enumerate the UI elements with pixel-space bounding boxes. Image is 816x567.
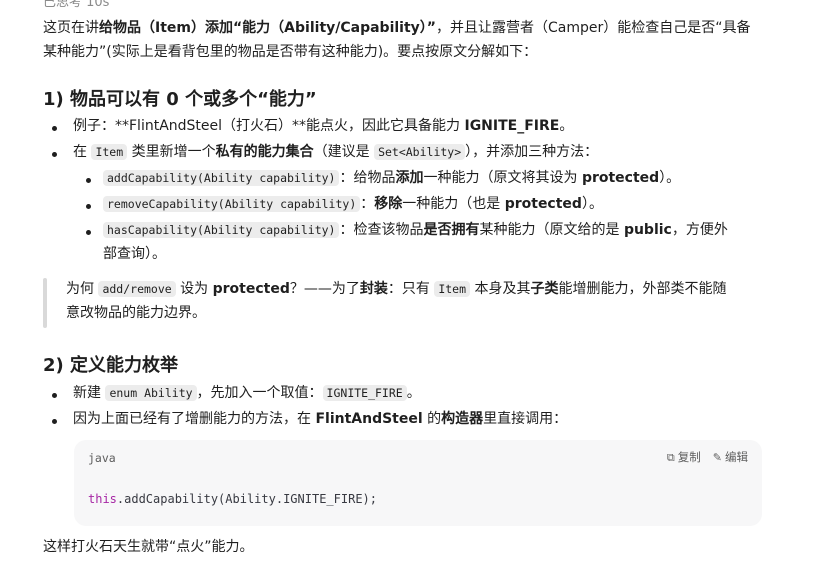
intro-text: 这页在讲 <box>43 20 99 36</box>
list-item: 因为上面已经有了增删能力的方法，在 FlintAndSteel 的构造器里直接调… <box>73 407 567 431</box>
list-bold: FlintAndSteel <box>315 411 423 427</box>
list-bold: protected <box>581 170 660 186</box>
edit-code-button[interactable]: ✎ 编辑 <box>713 449 748 465</box>
list-bold: 构造器 <box>441 411 484 427</box>
intro-bold: 给物品（Item）添加“能力（Ability/Capability）” <box>99 20 436 36</box>
inline-code: Item <box>91 144 128 160</box>
list-text: 。 <box>559 118 574 134</box>
section2-heading: 2) 定义能力枚举 <box>43 355 179 376</box>
inline-code: Item <box>434 281 471 297</box>
list-text: ：给物品 <box>339 170 396 186</box>
code-block: java ⧉ 复制 ✎ 编辑 this.addCapability(Abilit… <box>74 440 762 526</box>
bullet <box>86 204 91 209</box>
code-keyword: this <box>88 492 117 506</box>
quote-bold: 子类 <box>530 281 559 297</box>
list-item: 新建 enum Ability ，先加入一个取值： IGNITE_FIRE。 <box>73 381 421 405</box>
code-rest: .addCapability(Ability.IGNITE_FIRE); <box>116 492 377 506</box>
list-item: 在 Item 类里新增一个私有的能力集合（建议是 Set<Ability> ），并… <box>73 140 598 164</box>
copy-icon: ⧉ <box>666 450 675 464</box>
code-line: this.addCapability(Ability.IGNITE_FIRE); <box>88 492 377 506</box>
list-bold: 私有的能力集合 <box>215 144 314 160</box>
list-item: 例子：**FlintAndSteel（打火石）**能点火，因此它具备能力 IGN… <box>73 114 573 138</box>
quote-text: 设为 <box>175 281 213 297</box>
sub-list-item: addCapability(Ability capability) ：给物品添加一… <box>103 166 680 190</box>
bullet <box>52 419 57 424</box>
copy-code-button[interactable]: ⧉ 复制 <box>667 449 701 465</box>
inline-code: removeCapability(Ability capability) <box>103 196 361 212</box>
list-text: 里直接调用： <box>483 411 568 427</box>
blockquote-bar <box>43 278 47 328</box>
inline-code: IGNITE_FIRE <box>322 385 407 401</box>
quote-text: 本身及其 <box>470 281 531 297</box>
list-text: 一种能力（也是 <box>402 196 505 212</box>
list-text: 新建 <box>73 385 106 401</box>
inline-code: addCapability(Ability capability) <box>103 170 340 186</box>
list-text: 一种能力（原文将其设为 <box>423 170 582 186</box>
sub-list-item: removeCapability(Ability capability) ：移除一… <box>103 192 603 216</box>
list-text: ），并添加三种方法： <box>465 144 599 160</box>
intro-text: 某种能力”(实际上是看背包里的物品是否带有这种能力)。要点按原文分解如下： <box>43 44 538 60</box>
pencil-icon: ✎ <box>712 450 722 464</box>
edit-label: 编辑 <box>725 450 748 464</box>
list-text: ）。 <box>581 196 603 212</box>
code-actions: ⧉ 复制 ✎ 编辑 <box>667 449 748 465</box>
list-bold: 是否拥有 <box>423 222 480 238</box>
list-bold: IGNITE_FIRE <box>464 118 560 134</box>
list-bold: protected <box>504 196 582 212</box>
bullet <box>52 152 57 157</box>
list-bold: public <box>623 222 672 238</box>
code-language-label: java <box>88 451 116 465</box>
quote-text: 能增删能力，外部类不能随 <box>558 281 727 297</box>
list-text: ，先加入一个取值： <box>196 385 323 401</box>
list-text: （建议是 <box>313 144 375 160</box>
quote-bold: 封装 <box>359 281 388 297</box>
list-text: ：检查该物品 <box>339 222 424 238</box>
list-text: ： <box>360 196 375 212</box>
list-bold: 移除 <box>374 196 403 212</box>
list-text: 类里新增一个 <box>127 144 216 160</box>
bullet <box>86 230 91 235</box>
list-text: ，方便外 <box>671 222 728 238</box>
inline-code: hasCapability(Ability capability) <box>103 222 340 238</box>
quote-text: 意改物品的能力边界。 <box>66 305 206 321</box>
sub-list-item: hasCapability(Ability capability) ：检查该物品是… <box>103 218 773 266</box>
inline-code: enum Ability <box>105 385 197 401</box>
bullet <box>86 178 91 183</box>
blockquote: 为何 add/remove 设为 protected？——为了封装：只有 Ite… <box>66 277 766 325</box>
list-text: 。 <box>406 385 421 401</box>
top-cut-text: 已思考 10s <box>43 0 110 10</box>
bullet <box>52 126 57 131</box>
list-text: ）。 <box>659 170 681 186</box>
list-bold: 添加 <box>395 170 424 186</box>
outro-paragraph: 这样打火石天生就带“点火”能力。 <box>43 539 254 555</box>
section1-heading: 1) 物品可以有 0 个或多个“能力” <box>43 89 317 110</box>
copy-label: 复制 <box>677 450 701 464</box>
intro-paragraph: 这页在讲给物品（Item）添加“能力（Ability/Capability）”，… <box>43 16 773 64</box>
list-text: 某种能力（原文给的是 <box>479 222 624 238</box>
bullet <box>52 393 57 398</box>
list-text: 例子：**FlintAndSteel（打火石）**能点火，因此它具备能力 <box>73 118 465 134</box>
list-text: 因为上面已经有了增删能力的方法，在 <box>73 411 316 427</box>
inline-code: add/remove <box>98 281 176 297</box>
list-text: 的 <box>422 411 442 427</box>
quote-text: 为何 <box>66 281 99 297</box>
quote-text: ？——为了 <box>289 281 360 297</box>
list-text: 在 <box>73 144 92 160</box>
inline-code: Set<Ability> <box>374 144 466 160</box>
list-text: 部查询）。 <box>103 246 166 262</box>
quote-text: ：只有 <box>387 281 435 297</box>
intro-text: ，并且让露营者（Camper）能检查自己是否“具备 <box>436 20 751 36</box>
quote-bold: protected <box>212 281 290 297</box>
